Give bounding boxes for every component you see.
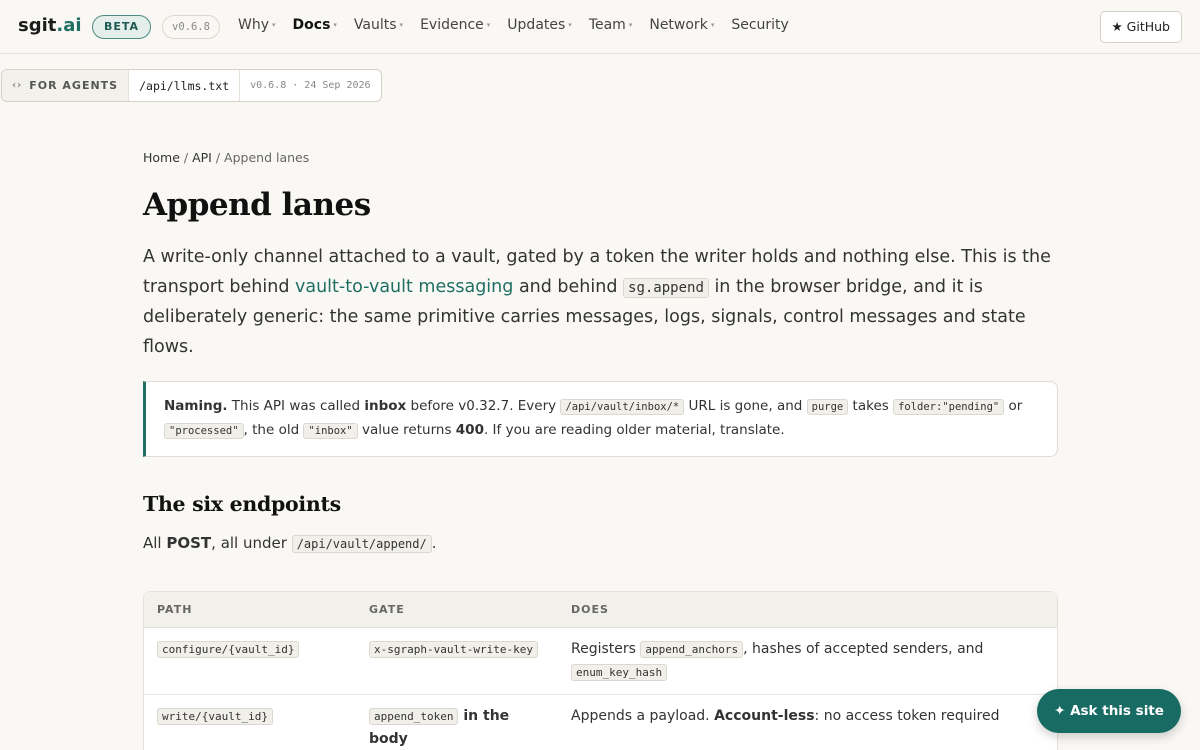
vault-messaging-link[interactable]: vault-to-vault messaging xyxy=(295,277,513,297)
inline-code: /api/vault/inbox/* xyxy=(560,399,685,415)
callout-text: This API was called xyxy=(227,398,365,414)
breadcrumb: Home / API / Append lanes xyxy=(143,150,1058,165)
for-agents-bar: ‹› FOR AGENTS /api/llms.txt v0.6.8 · 24 S… xyxy=(1,69,382,102)
lead-text: and behind xyxy=(513,276,624,297)
main-content: Home / API / Append lanes Append lanes A… xyxy=(143,150,1058,750)
inline-code: folder:"pending" xyxy=(893,399,1005,415)
cell-gate: x-sgraph-vault-write-key xyxy=(356,628,558,695)
ask-this-site-button[interactable]: ✦ Ask this site xyxy=(1037,689,1181,733)
main-nav: Why ▾ Docs ▾ Vaults ▾ Evidence ▾ Updates ▾ Te… xyxy=(238,17,789,33)
code-brackets-icon: ‹› xyxy=(12,80,23,91)
callout-bold: 400 xyxy=(455,422,484,438)
llms-txt-link[interactable]: /api/llms.txt xyxy=(129,70,241,101)
breadcrumb-separator: / xyxy=(179,150,193,165)
gate-code: x-sgraph-vault-write-key xyxy=(369,641,538,658)
top-navigation-bar: sgit.ai BETA v0.6.8 Why ▾ Docs ▾ Vaults ▾ E… xyxy=(0,0,1200,54)
intro-text: All xyxy=(143,534,167,552)
inline-code: enum_key_hash xyxy=(571,664,668,681)
endpoints-table: PATH GATE DOES configure/{vault_id} x-sg… xyxy=(143,591,1058,750)
nav-label: Team xyxy=(588,17,626,33)
site-logo[interactable]: sgit.ai xyxy=(18,15,82,36)
nav-label: Why xyxy=(238,17,270,33)
naming-callout: Naming. This API was called inbox before… xyxy=(143,381,1058,457)
chevron-down-icon: ▾ xyxy=(628,21,633,29)
intro-bold: POST xyxy=(166,534,212,552)
chevron-down-icon: ▾ xyxy=(710,21,715,29)
section-intro: All POST, all under /api/vault/append/. xyxy=(143,534,1058,553)
does-text: Appends a payload. xyxy=(571,708,715,724)
column-header-path: PATH xyxy=(144,592,356,628)
nav-label: Network xyxy=(649,17,708,33)
callout-text: or xyxy=(1004,398,1023,414)
nav-item-why[interactable]: Why ▾ xyxy=(238,17,276,33)
inline-code: "processed" xyxy=(164,423,244,439)
nav-item-security[interactable]: Security xyxy=(731,17,789,33)
nav-item-team[interactable]: Team ▾ xyxy=(589,17,633,33)
github-button[interactable]: ★ GitHub xyxy=(1099,11,1182,43)
callout-text: . If you are reading older material, tra… xyxy=(483,422,785,438)
nav-label: Docs xyxy=(292,17,331,33)
does-text: , hashes of accepted senders, and xyxy=(743,641,984,657)
logo-tld: .ai xyxy=(56,15,82,36)
breadcrumb-separator: / xyxy=(211,150,225,165)
callout-text: value returns xyxy=(357,422,456,438)
breadcrumb-home[interactable]: Home xyxy=(143,150,180,165)
for-agents-label: ‹› FOR AGENTS xyxy=(2,70,130,101)
inline-code: append_anchors xyxy=(640,641,744,658)
intro-text: , all under xyxy=(211,534,292,552)
does-text: Registers xyxy=(571,641,641,657)
callout-bold: inbox xyxy=(364,398,407,414)
nav-label: Vaults xyxy=(353,17,397,33)
does-bold: Account-less xyxy=(714,708,815,724)
chevron-down-icon: ▾ xyxy=(272,21,276,29)
callout-lead: Naming. xyxy=(164,398,228,414)
chevron-down-icon: ▾ xyxy=(399,21,404,29)
nav-item-updates[interactable]: Updates ▾ xyxy=(507,17,572,33)
callout-text: , the old xyxy=(243,422,304,438)
nav-item-network[interactable]: Network ▾ xyxy=(649,17,714,33)
breadcrumb-current: Append lanes xyxy=(224,150,310,165)
nav-label: Security xyxy=(731,17,789,33)
table-header-row: PATH GATE DOES xyxy=(144,592,1057,628)
cell-does: Registers append_anchors, hashes of acce… xyxy=(558,628,1057,695)
nav-item-evidence[interactable]: Evidence ▾ xyxy=(420,17,490,33)
cell-gate: append_token in the body xyxy=(356,695,558,750)
page-title: Append lanes xyxy=(143,187,371,223)
nav-label: Updates xyxy=(507,17,566,33)
callout-text: before v0.32.7. Every xyxy=(406,398,561,414)
for-agents-text: FOR AGENTS xyxy=(29,79,119,92)
endpoint-path: write/{vault_id} xyxy=(157,708,273,725)
breadcrumb-api[interactable]: API xyxy=(192,150,212,165)
intro-text: . xyxy=(431,534,437,552)
cell-path: configure/{vault_id} xyxy=(144,628,356,695)
callout-text: URL is gone, and xyxy=(684,398,807,414)
beta-badge: BETA xyxy=(92,15,152,39)
cell-does: Appends a payload. Account-less: no acce… xyxy=(558,695,1057,750)
table-row: configure/{vault_id} x-sgraph-vault-writ… xyxy=(144,628,1057,695)
callout-text: takes xyxy=(848,398,894,414)
table-row: write/{vault_id} append_token in the bod… xyxy=(144,695,1057,750)
chevron-down-icon: ▾ xyxy=(568,21,572,29)
does-text: : no access token required xyxy=(814,708,1000,724)
inline-code: sg.append xyxy=(623,277,709,298)
nav-label: Evidence xyxy=(420,17,484,33)
inline-code: /api/vault/append/ xyxy=(291,535,432,553)
version-badge: v0.6.8 xyxy=(162,15,220,39)
endpoint-path: configure/{vault_id} xyxy=(157,641,300,658)
inline-code: "inbox" xyxy=(303,423,358,439)
cell-path: write/{vault_id} xyxy=(144,695,356,750)
nav-item-docs[interactable]: Docs ▾ xyxy=(293,17,337,33)
chevron-down-icon: ▾ xyxy=(333,21,337,29)
agents-version-date: v0.6.8 · 24 Sep 2026 xyxy=(250,80,371,91)
gate-code: append_token xyxy=(369,708,459,725)
column-header-does: DOES xyxy=(558,592,1057,628)
nav-item-vaults[interactable]: Vaults ▾ xyxy=(354,17,403,33)
lead-paragraph: A write-only channel attached to a vault… xyxy=(143,243,1058,362)
column-header-gate: GATE xyxy=(356,592,558,628)
section-heading: The six endpoints xyxy=(143,492,341,516)
chevron-down-icon: ▾ xyxy=(486,21,491,29)
logo-main: sgit xyxy=(18,15,57,36)
inline-code: purge xyxy=(806,399,849,415)
